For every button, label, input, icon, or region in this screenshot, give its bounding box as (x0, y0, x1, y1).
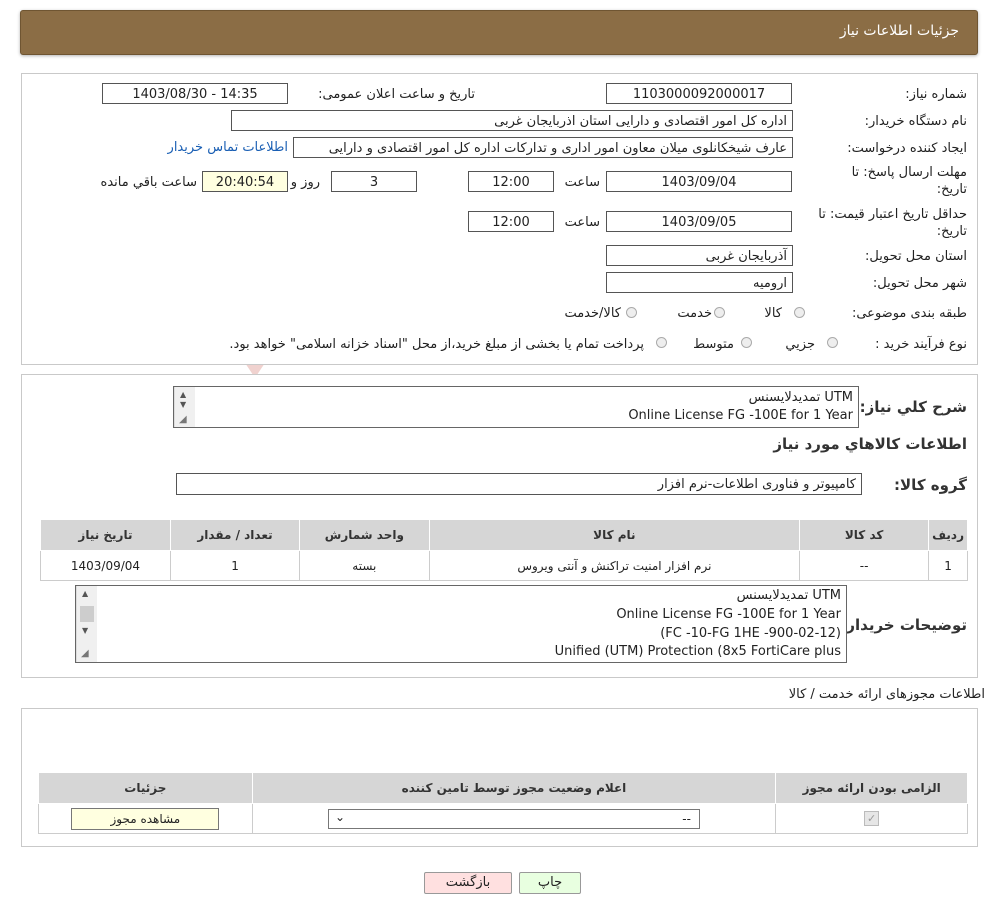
page-title: جزئیات اطلاعات نیاز (839, 23, 959, 39)
summary-scrollbar[interactable]: ▲ ▼ ◢ (174, 387, 195, 427)
process-radio-medium[interactable] (741, 337, 752, 348)
city-label: شهر محل تحویل: (872, 276, 967, 291)
licenses-title: اطلاعات مجوزهای ارائه خدمت / کالا (788, 687, 985, 702)
creator-label: ایجاد کننده درخواست: (847, 141, 967, 156)
goods-cell-row-num: 1 (928, 550, 968, 581)
buyer-notes-line-3: (FC -10-FG 1HE -900-02-12) (660, 626, 841, 641)
need-number-label: شماره نیاز: (905, 87, 967, 102)
process-label: نوع فرآیند خرید : (875, 337, 967, 352)
licenses-header-required: الزامی بودن ارائه مجوز (775, 772, 968, 804)
goods-cell-unit: بسته (299, 550, 430, 581)
licenses-cell-details: مشاهده مجوز (38, 803, 253, 834)
province-field: آذربایجان غربی (606, 245, 793, 266)
category-radio-goods[interactable] (794, 307, 805, 318)
licenses-header-details: جزئیات (38, 772, 253, 804)
buyer-notes-textarea[interactable]: ▲ ▼ ◢ تمدیدلایسنس UTM Online License FG … (75, 585, 847, 663)
deadline-date-field: 1403/09/04 (606, 171, 792, 192)
announce-label: تاریخ و ساعت اعلان عمومی: (318, 87, 475, 102)
summary-line-2: Online License FG -100E for 1 Year (628, 408, 853, 423)
goods-header-qty: تعداد / مقدار (169, 519, 301, 551)
goods-cell-date: 1403/09/04 (40, 550, 171, 581)
licenses-cell-required: ✓ (775, 803, 968, 834)
buyer-org-label: نام دستگاه خریدار: (864, 114, 967, 129)
licenses-cell-status: -- ⌄ (251, 803, 777, 834)
buyer-org-field: اداره کل امور اقتصادی و دارایی استان اذر… (231, 110, 793, 131)
buyer-notes-line-2: Online License FG -100E for 1 Year (616, 607, 841, 622)
category-radio-goods-service[interactable] (626, 307, 637, 318)
deadline-label-1: مهلت ارسال پاسخ: تا (851, 165, 967, 180)
validity-time-field: 12:00 (468, 211, 554, 232)
licenses-header-status: اعلام وضعیت مجوز توسط تامین کننده (251, 772, 777, 804)
goods-group-label: گروه کالا: (894, 476, 967, 494)
table-row: 1 -- نرم افزار امنیت تراکنش و آنتی ویروس… (40, 550, 968, 581)
resize-grip-icon[interactable]: ◢ (179, 414, 187, 425)
scroll-up-icon[interactable]: ▲ (180, 390, 186, 399)
process-option-medium: متوسط (693, 337, 734, 352)
buyer-notes-scrollbar[interactable]: ▲ ▼ ◢ (76, 586, 97, 662)
scroll-thumb[interactable] (80, 606, 94, 622)
process-note: پرداخت تمام یا بخشی از مبلغ خرید،از محل … (229, 337, 644, 352)
table-row: ✓ -- ⌄ مشاهده مجوز (38, 803, 968, 834)
print-button[interactable]: چاپ (519, 872, 581, 894)
process-radio-minor[interactable] (827, 337, 838, 348)
process-option-minor: جزیي (785, 337, 815, 352)
days-field: 3 (331, 171, 417, 192)
validity-label-1: حداقل تاریخ اعتبار قیمت: تا (818, 207, 967, 222)
validity-date-field: 1403/09/05 (606, 211, 792, 232)
buyer-notes-label: توضیحات خریدار: (840, 616, 967, 634)
goods-cell-code: -- (799, 550, 930, 581)
process-checkbox-treasury[interactable] (656, 337, 667, 348)
category-option-goods-service: کالا/خدمت (564, 306, 621, 321)
licenses-table: الزامی بودن ارائه مجوز اعلام وضعیت مجوز … (38, 772, 968, 834)
summary-textarea[interactable]: ▲ ▼ ◢ تمدیدلایسنس UTM Online License FG … (173, 386, 859, 428)
deadline-label-2: تاریخ: (936, 182, 967, 197)
deadline-time-label: ساعت (564, 175, 600, 190)
validity-time-label: ساعت (564, 215, 600, 230)
goods-cell-qty: 1 (169, 550, 301, 581)
category-option-service: خدمت (677, 306, 712, 321)
summary-label: شرح کلي نياز: (859, 398, 967, 416)
license-status-select[interactable]: -- ⌄ (327, 808, 700, 829)
goods-header-row-num: رديف (928, 519, 968, 551)
goods-header-code: کد کالا (799, 519, 930, 551)
city-field: ارومیه (606, 272, 793, 293)
remaining-time-field: 20:40:54 (202, 171, 288, 192)
goods-table: رديف کد کالا نام کالا واحد شمارش تعداد /… (40, 519, 968, 581)
buyer-notes-line-1: تمدیدلایسنس UTM (736, 588, 841, 603)
days-label: روز و (290, 175, 320, 190)
category-label: طبقه بندی موضوعی: (851, 306, 967, 321)
goods-cell-name: نرم افزار امنیت تراکنش و آنتی ویروس (428, 550, 801, 581)
buyer-contact-link[interactable]: اطلاعات تماس خریدار (168, 140, 288, 155)
resize-grip-icon[interactable]: ◢ (81, 648, 89, 659)
chevron-down-icon: ⌄ (334, 809, 346, 824)
remaining-label: ساعت باقي مانده (100, 175, 197, 190)
license-status-value: -- (682, 811, 691, 826)
back-button[interactable]: بازگشت (424, 872, 512, 894)
page-header: جزئیات اطلاعات نیاز (20, 10, 978, 55)
announce-field: 1403/08/30 - 14:35 (102, 83, 288, 104)
buyer-notes-line-4: Unified (UTM) Protection (8x5 FortiCare … (554, 644, 841, 659)
goods-header-unit: واحد شمارش (299, 519, 430, 551)
validity-label-2: تاریخ: (936, 224, 967, 239)
creator-field: عارف شیخکانلوی میلان معاون امور اداری و … (293, 137, 793, 158)
scroll-up-icon[interactable]: ▲ (82, 589, 88, 598)
summary-line-1: تمدیدلایسنس UTM (748, 390, 853, 405)
goods-header-date: تاريخ نياز (40, 519, 171, 551)
goods-group-field: کامپیوتر و فناوری اطلاعات-نرم افزار (176, 473, 862, 495)
view-license-button[interactable]: مشاهده مجوز (71, 807, 220, 830)
province-label: استان محل تحویل: (865, 249, 967, 264)
category-radio-service[interactable] (714, 307, 725, 318)
scroll-down-icon[interactable]: ▼ (82, 626, 88, 635)
required-checkbox[interactable]: ✓ (864, 811, 880, 826)
category-option-goods: کالا (764, 306, 782, 321)
goods-info-title: اطلاعات کالاهاي مورد نياز (773, 435, 967, 453)
goods-header-name: نام کالا (428, 519, 801, 551)
scroll-down-icon[interactable]: ▼ (180, 400, 186, 409)
deadline-time-field: 12:00 (468, 171, 554, 192)
need-number-field: 1103000092000017 (606, 83, 792, 104)
